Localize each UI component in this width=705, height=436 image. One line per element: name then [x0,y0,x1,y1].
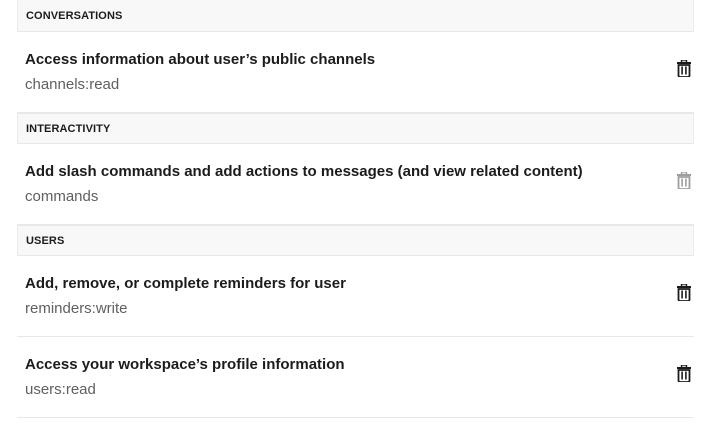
delete-scope-button[interactable] [676,59,692,77]
section-header-conversations: CONVERSATIONS [17,0,694,32]
trash-icon [677,59,691,77]
scope-title: Access information about user’s public c… [25,51,376,68]
section-header-interactivity: INTERACTIVITY [17,113,694,144]
trash-icon [677,364,691,382]
delete-scope-button[interactable] [676,283,692,301]
scope-code: reminders:write [25,300,128,317]
scope-row-commands: Add slash commands and add actions to me… [17,144,694,225]
delete-scope-button-disabled [676,171,692,189]
scope-code: commands [25,188,99,205]
scope-code: channels:read [25,76,120,93]
scope-title: Add, remove, or complete reminders for u… [25,275,346,292]
trash-icon [677,283,691,301]
scope-code: users:read [25,381,96,398]
scope-list: CONVERSATIONS Access information about u… [17,0,694,418]
delete-scope-button[interactable] [676,364,692,382]
scope-title: Add slash commands and add actions to me… [25,163,583,180]
scope-row-reminders-write: Add, remove, or complete reminders for u… [17,256,694,337]
scope-row-channels-read: Access information about user’s public c… [17,32,694,113]
section-header-users: USERS [17,225,694,256]
trash-icon [677,171,691,189]
scope-title: Access your workspace’s profile informat… [25,356,345,373]
scope-row-users-read: Access your workspace’s profile informat… [17,337,694,418]
